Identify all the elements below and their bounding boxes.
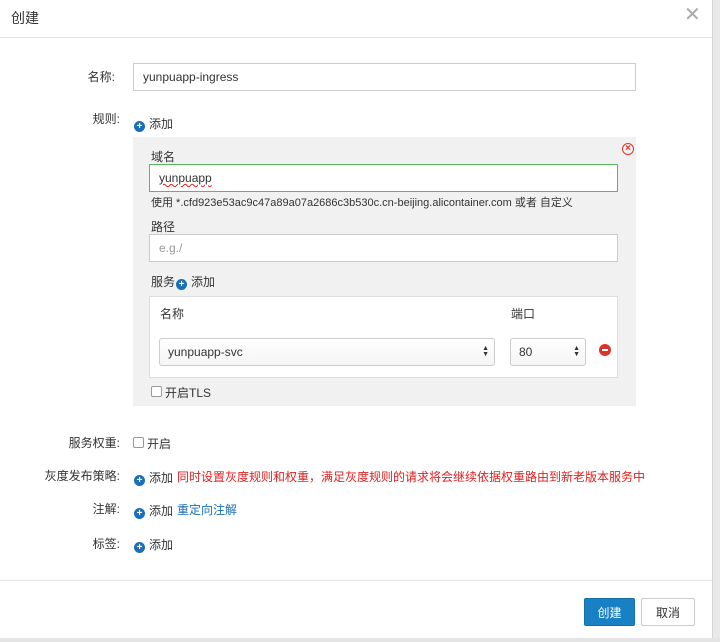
add-gray-rule-button[interactable]: + 添加	[134, 469, 173, 486]
weight-option-label: 开启	[147, 437, 172, 451]
window-right-edge	[712, 0, 720, 642]
close-circle-icon[interactable]: ×	[622, 143, 634, 155]
tls-checkbox[interactable]	[151, 386, 162, 397]
add-rule-label: 添加	[149, 117, 174, 131]
window-bottom-edge	[0, 638, 720, 642]
gray-release-label: 灰度发布策略:	[44, 469, 120, 483]
domain-value: yunpuapp	[159, 171, 212, 185]
port-select[interactable]: 80 ▲ ▼	[510, 338, 586, 366]
add-annotation-button[interactable]: + 添加	[134, 502, 173, 519]
dialog-title: 创建	[11, 10, 39, 26]
minus-circle-icon[interactable]	[599, 344, 611, 356]
add-annotation-label: 添加	[149, 504, 174, 518]
weight-label: 服务权重:	[68, 436, 120, 450]
add-tag-label: 添加	[149, 538, 174, 552]
service-name-header: 名称	[160, 307, 185, 321]
add-gray-rule-label: 添加	[149, 471, 174, 485]
annotation-label: 注解:	[92, 502, 120, 516]
plus-circle-icon: +	[134, 542, 145, 553]
tags-label: 标签:	[92, 537, 120, 551]
create-button[interactable]: 创建	[584, 598, 635, 626]
rules-label: 规则:	[92, 112, 120, 126]
plus-circle-icon: +	[134, 475, 145, 486]
add-service-button[interactable]: + 添加	[176, 273, 215, 290]
cancel-button[interactable]: 取消	[641, 598, 695, 626]
service-select[interactable]: yunpuapp-svc ▲ ▼	[159, 338, 495, 366]
weight-checkbox[interactable]	[133, 437, 144, 448]
path-label: 路径	[151, 220, 176, 234]
updown-arrows-icon: ▲ ▼	[573, 345, 580, 358]
service-port-header: 端口	[511, 307, 536, 321]
gray-release-warning: 同时设置灰度规则和权重，满足灰度规则的请求将会继续依据权重路由到新老版本服务中	[177, 470, 646, 484]
service-label: 服务	[151, 275, 176, 289]
redirect-annotation-link[interactable]: 重定向注解	[177, 501, 237, 518]
add-tag-button[interactable]: + 添加	[134, 536, 173, 553]
port-select-value: 80	[519, 345, 533, 359]
close-icon[interactable]: ✕	[684, 5, 701, 25]
dialog-header: 创建 ✕	[0, 0, 712, 38]
add-rule-button[interactable]: + 添加	[134, 115, 173, 132]
plus-circle-icon: +	[176, 279, 187, 290]
updown-arrows-icon: ▲ ▼	[482, 345, 489, 358]
name-label: 名称:	[87, 70, 115, 84]
add-service-label: 添加	[191, 275, 216, 289]
domain-label: 域名	[151, 150, 176, 164]
plus-circle-icon: +	[134, 508, 145, 519]
plus-circle-icon: +	[134, 121, 145, 132]
name-input[interactable]: yunpuapp-ingress	[133, 63, 636, 91]
service-select-value: yunpuapp-svc	[168, 345, 243, 359]
domain-input[interactable]: yunpuapp	[149, 164, 618, 192]
tls-label: 开启TLS	[165, 386, 212, 400]
domain-hint: 使用 *.cfd923e53ac9c47a89a07a2686c3b530c.c…	[151, 197, 573, 209]
path-input[interactable]: e.g./	[149, 234, 618, 262]
